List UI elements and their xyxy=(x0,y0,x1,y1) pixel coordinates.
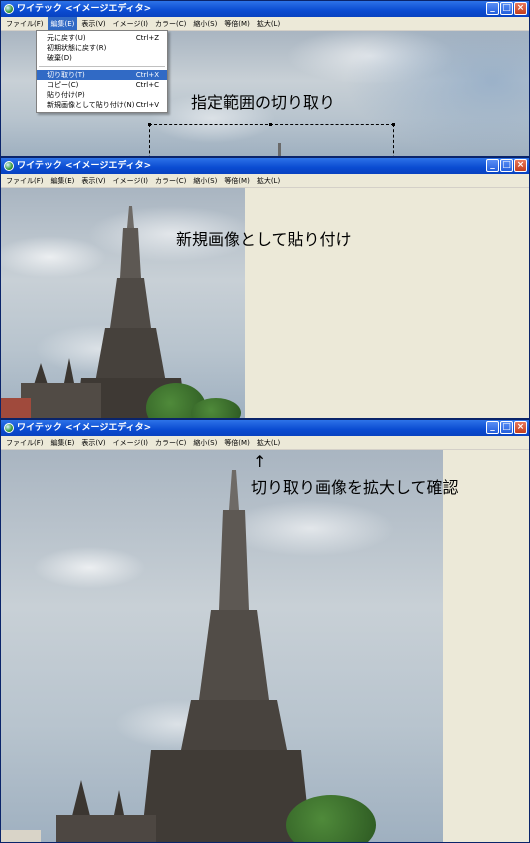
minimize-button[interactable]: _ xyxy=(486,421,499,434)
menu-file[interactable]: ファイル(F) xyxy=(3,17,47,30)
menu-item-label: 新規画像として貼り付け(N) xyxy=(47,101,135,109)
maximize-button[interactable]: □ xyxy=(500,421,513,434)
selection-handle[interactable] xyxy=(148,123,151,126)
title-bar[interactable]: ワイテック <イメージエディタ> _ □ × xyxy=(1,1,529,17)
menu-item-paste-as-new[interactable]: 新規画像として貼り付け(N) Ctrl+V xyxy=(37,100,167,110)
caption-step3: 切り取り画像を拡大して確認 xyxy=(251,478,459,497)
menu-item-label: 初期状態に戻す(R) xyxy=(47,44,107,52)
menu-shrink[interactable]: 縮小(S) xyxy=(190,436,220,449)
close-button[interactable]: × xyxy=(514,421,527,434)
menu-item-revert[interactable]: 初期状態に戻す(R) xyxy=(37,43,167,53)
menu-enlarge[interactable]: 拡大(L) xyxy=(254,436,283,449)
menu-view[interactable]: 表示(V) xyxy=(78,174,108,187)
menu-image[interactable]: イメージ(I) xyxy=(110,436,151,449)
window-title: ワイテック <イメージエディタ> xyxy=(17,423,152,433)
menu-item-undo[interactable]: 元に戻す(U) Ctrl+Z xyxy=(37,33,167,43)
minimize-button[interactable]: _ xyxy=(486,2,499,15)
menu-item-shortcut: Ctrl+Z xyxy=(135,34,159,42)
editor-window-2: ワイテック <イメージエディタ> _ □ × ファイル(F) 編集(E) 表示(… xyxy=(0,157,530,419)
app-icon xyxy=(4,423,14,433)
menu-edit[interactable]: 編集(E) xyxy=(48,174,78,187)
spire-tip xyxy=(278,143,281,156)
menu-edit[interactable]: 編集(E) xyxy=(47,17,78,30)
window-title: ワイテック <イメージエディタ> xyxy=(17,161,152,171)
menu-view[interactable]: 表示(V) xyxy=(78,436,108,449)
menu-item-cut[interactable]: 切り取り(T) Ctrl+X xyxy=(37,70,167,80)
menu-actual-size[interactable]: 等倍(M) xyxy=(221,436,253,449)
menu-item-shortcut: Ctrl+C xyxy=(135,81,159,89)
minimize-button[interactable]: _ xyxy=(486,159,499,172)
menu-item-shortcut: Ctrl+X xyxy=(135,71,159,79)
menu-enlarge[interactable]: 拡大(L) xyxy=(254,17,283,30)
menu-image[interactable]: イメージ(I) xyxy=(110,17,151,30)
menu-item-label: コピー(C) xyxy=(47,81,79,89)
menu-bar: ファイル(F) 編集(E) 表示(V) イメージ(I) カラー(C) 縮小(S)… xyxy=(1,17,529,31)
selection-handle[interactable] xyxy=(269,123,272,126)
empty-workspace xyxy=(445,450,529,842)
image-canvas[interactable]: 新規画像として貼り付け xyxy=(1,188,529,418)
edit-menu-dropdown: 元に戻す(U) Ctrl+Z 初期状態に戻す(R) 破棄(D) 切り取り(T) Ct… xyxy=(36,30,168,113)
menu-item-label: 貼り付け(P) xyxy=(47,91,85,99)
menu-shrink[interactable]: 縮小(S) xyxy=(190,174,220,187)
menu-shrink[interactable]: 縮小(S) xyxy=(190,17,220,30)
menu-image[interactable]: イメージ(I) xyxy=(110,174,151,187)
window-title: ワイテック <イメージエディタ> xyxy=(17,4,152,14)
maximize-button[interactable]: □ xyxy=(500,2,513,15)
menu-item-copy[interactable]: コピー(C) Ctrl+C xyxy=(37,80,167,90)
menu-item-discard[interactable]: 破棄(D) xyxy=(37,53,167,63)
menu-item-label: 切り取り(T) xyxy=(47,71,85,79)
close-button[interactable]: × xyxy=(514,159,527,172)
temple-photo xyxy=(1,206,186,418)
menu-actual-size[interactable]: 等倍(M) xyxy=(221,174,253,187)
menu-color[interactable]: カラー(C) xyxy=(152,17,189,30)
temple-photo xyxy=(1,470,311,842)
image-canvas[interactable]: ↑ 切り取り画像を拡大して確認 xyxy=(1,450,529,842)
menu-item-label: 破棄(D) xyxy=(47,54,72,62)
menu-color[interactable]: カラー(C) xyxy=(152,174,189,187)
app-icon xyxy=(4,4,14,14)
menu-color[interactable]: カラー(C) xyxy=(152,436,189,449)
menu-item-label: 元に戻す(U) xyxy=(47,34,86,42)
maximize-button[interactable]: □ xyxy=(500,159,513,172)
selection-handle[interactable] xyxy=(392,123,395,126)
menu-enlarge[interactable]: 拡大(L) xyxy=(254,174,283,187)
caption-step2: 新規画像として貼り付け xyxy=(176,230,352,249)
caption-step1: 指定範囲の切り取り xyxy=(191,93,336,112)
menu-bar: ファイル(F) 編集(E) 表示(V) イメージ(I) カラー(C) 縮小(S)… xyxy=(1,174,529,188)
empty-workspace xyxy=(246,188,529,418)
menu-file[interactable]: ファイル(F) xyxy=(3,174,47,187)
title-bar[interactable]: ワイテック <イメージエディタ> _ □ × xyxy=(1,420,529,436)
menu-edit[interactable]: 編集(E) xyxy=(48,436,78,449)
caption-arrow: ↑ xyxy=(253,452,267,471)
menu-actual-size[interactable]: 等倍(M) xyxy=(221,17,253,30)
app-icon xyxy=(4,161,14,171)
close-button[interactable]: × xyxy=(514,2,527,15)
editor-window-3: ワイテック <イメージエディタ> _ □ × ファイル(F) 編集(E) 表示(… xyxy=(0,419,530,843)
selection-rectangle[interactable] xyxy=(149,124,394,156)
menu-item-shortcut: Ctrl+V xyxy=(135,101,159,109)
menu-bar: ファイル(F) 編集(E) 表示(V) イメージ(I) カラー(C) 縮小(S)… xyxy=(1,436,529,450)
menu-separator xyxy=(39,66,165,67)
title-bar[interactable]: ワイテック <イメージエディタ> _ □ × xyxy=(1,158,529,174)
menu-file[interactable]: ファイル(F) xyxy=(3,436,47,449)
menu-item-paste[interactable]: 貼り付け(P) xyxy=(37,90,167,100)
menu-view[interactable]: 表示(V) xyxy=(78,17,108,30)
